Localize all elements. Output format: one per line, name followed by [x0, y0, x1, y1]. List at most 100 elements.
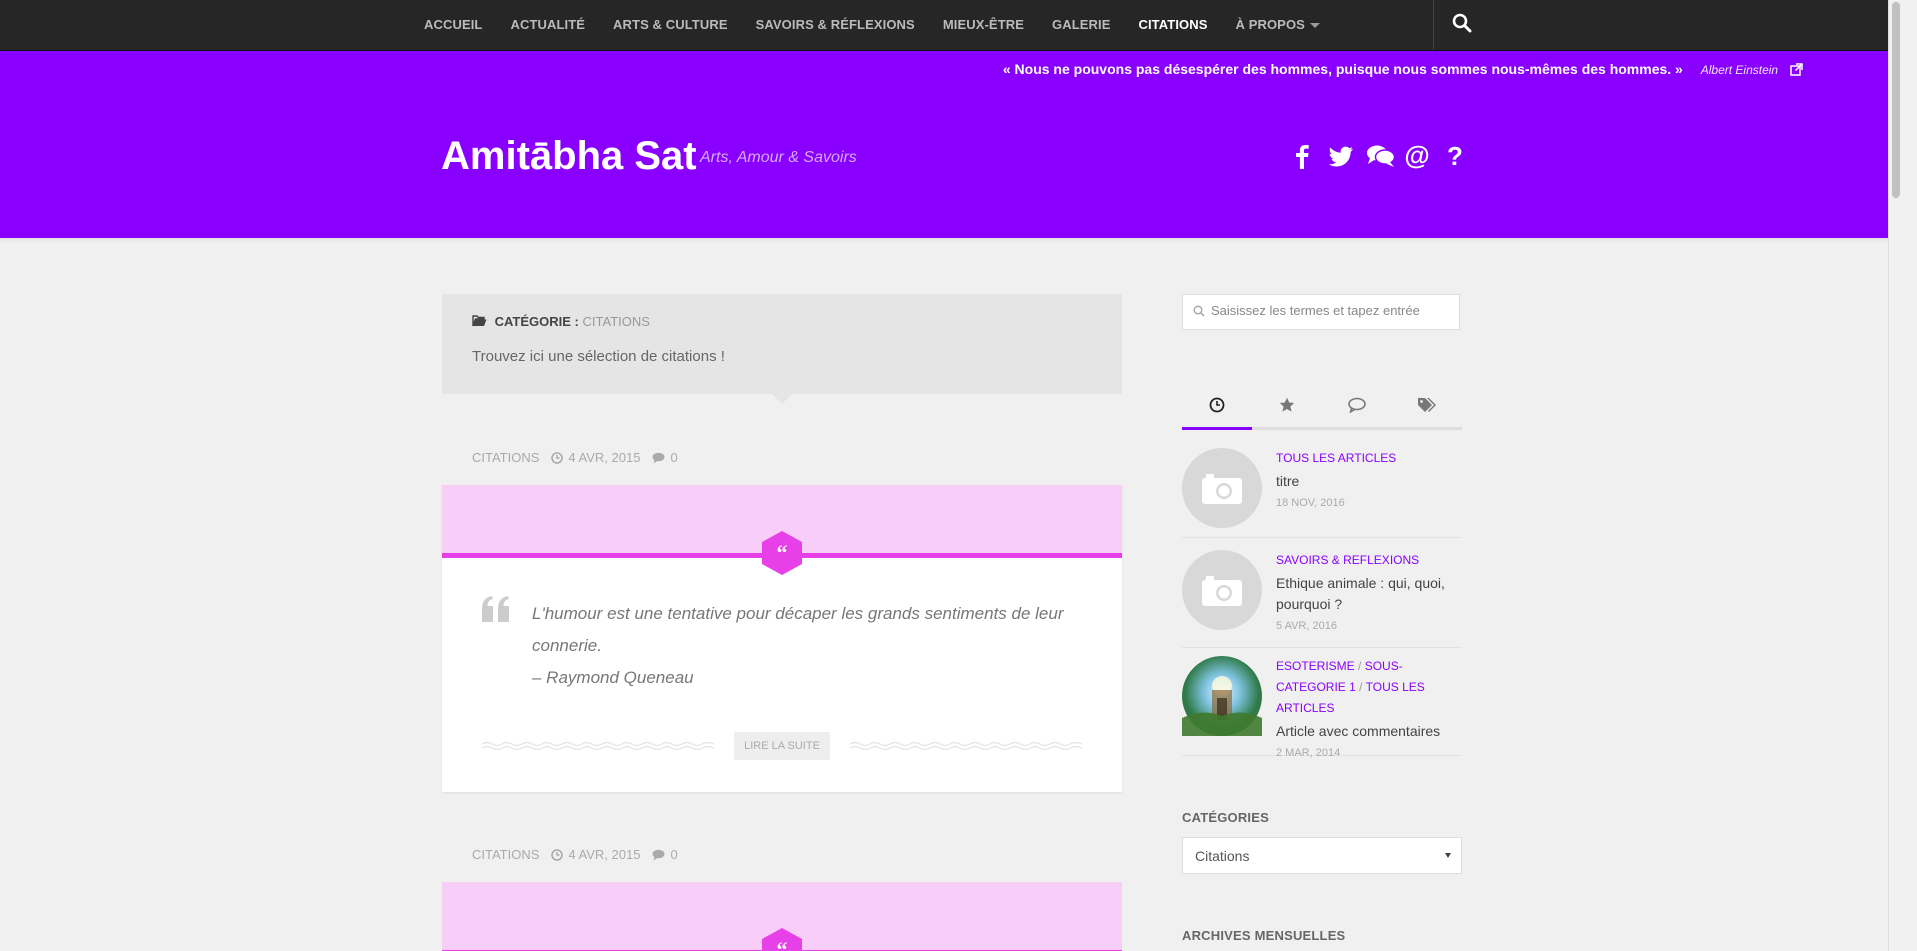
sidebar-article[interactable]: SAVOIRS & REFLEXIONS Ethique animale : q…	[1182, 550, 1462, 648]
header-quote-text: « Nous ne pouvons pas désespérer des hom…	[1002, 61, 1683, 77]
sidebar-article[interactable]: ESOTERISME / SOUS-CATEGORIE 1 / TOUS LES…	[1182, 656, 1462, 759]
page-scrollbar[interactable]	[1888, 0, 1903, 951]
post-comments[interactable]: 0	[652, 450, 678, 465]
article-title[interactable]: Ethique animale : qui, quoi, pourquoi ?	[1276, 573, 1462, 615]
facebook-icon[interactable]	[1290, 143, 1316, 169]
question-icon[interactable]: ?	[1442, 141, 1468, 171]
clock-icon	[551, 451, 564, 464]
search-icon[interactable]	[1452, 13, 1476, 37]
article-thumbnail[interactable]	[1182, 550, 1262, 630]
category-label: CATÉGORIE : CITATIONS	[472, 314, 650, 329]
category-separator: /	[1359, 680, 1363, 694]
article-categories[interactable]: SAVOIRS & REFLEXIONS	[1276, 550, 1462, 571]
svg-text:?: ?	[1447, 143, 1463, 169]
article-categories[interactable]: TOUS LES ARTICLES	[1276, 448, 1462, 469]
quote-post: “ L'humour est une tentative pour décape…	[442, 485, 1122, 792]
categories-select[interactable]: Citations	[1182, 837, 1462, 874]
wave-divider-right	[850, 741, 1082, 751]
quote-hexagon-icon: “	[762, 531, 802, 575]
clock-icon	[1209, 397, 1225, 413]
camera-icon	[1202, 576, 1242, 606]
clock-icon	[551, 848, 564, 861]
nav-item-accueil[interactable]: ACCUEIL	[410, 0, 496, 50]
post-meta: CITATIONS 4 AVR, 2015 0	[472, 450, 678, 465]
sidebar-search	[1182, 294, 1460, 330]
post-date-text: 4 AVR, 2015	[568, 450, 641, 465]
quote-line: L'humour est une tentative pour décaper …	[532, 604, 1064, 623]
nav-item-a-propos[interactable]: À PROPOS	[1222, 0, 1334, 50]
nav-item-a-propos-label: À PROPOS	[1235, 17, 1305, 32]
category-name: CITATIONS	[582, 314, 650, 329]
nav-item-citations[interactable]: CITATIONS	[1124, 0, 1221, 50]
post-comments-count: 0	[670, 450, 678, 465]
tab-popular[interactable]	[1252, 383, 1322, 427]
article-date: 2 MAR, 2014	[1276, 747, 1341, 759]
post-date: 4 AVR, 2015	[551, 847, 640, 862]
nav-item-arts-culture[interactable]: ARTS & CULTURE	[599, 0, 742, 50]
article-category-link[interactable]: ESOTERISME	[1276, 659, 1355, 673]
star-icon	[1279, 397, 1295, 412]
tab-recent[interactable]	[1182, 383, 1252, 430]
dropdown-arrow-icon	[1445, 853, 1451, 858]
twitter-icon[interactable]	[1328, 143, 1354, 169]
quote-text: L'humour est une tentative pour décaper …	[532, 598, 1072, 694]
article-thumbnail-image[interactable]	[1182, 656, 1262, 736]
caret-down-icon	[1309, 23, 1320, 29]
comment-icon	[652, 849, 665, 860]
read-more-row: LIRE LA SUITE	[442, 731, 1122, 761]
article-title[interactable]: titre	[1276, 471, 1462, 492]
post-comments[interactable]: 0	[652, 847, 678, 862]
article-title[interactable]: Article avec commentaires	[1276, 721, 1462, 742]
top-nav: ACCUEIL ACTUALITÉ ARTS & CULTURE SAVOIRS…	[0, 0, 1903, 51]
tab-comments[interactable]	[1322, 383, 1392, 427]
nav-item-mieux-etre[interactable]: MIEUX-ÊTRE	[929, 0, 1038, 50]
sidebar-tabs	[1182, 383, 1462, 430]
svg-text:“: “	[777, 937, 788, 951]
categories-select-value: Citations	[1195, 848, 1250, 864]
nav-separator	[1433, 0, 1434, 50]
quote-line: connerie.	[532, 636, 602, 655]
fantasy-landscape-image	[1182, 676, 1262, 736]
camera-icon	[1202, 474, 1242, 504]
at-icon[interactable]: @	[1404, 140, 1430, 170]
search-icon	[1193, 305, 1205, 317]
scrollbar-thumb[interactable]	[1892, 2, 1900, 198]
post-meta: CITATIONS 4 AVR, 2015 0	[472, 847, 678, 862]
categories-widget-title: CATÉGORIES	[1182, 810, 1269, 825]
article-categories: ESOTERISME / SOUS-CATEGORIE 1 / TOUS LES…	[1276, 656, 1462, 719]
post-category[interactable]: CITATIONS	[472, 847, 539, 862]
tab-tags[interactable]	[1392, 383, 1462, 427]
post-category[interactable]: CITATIONS	[472, 450, 539, 465]
article-thumbnail[interactable]	[1182, 448, 1262, 528]
read-more-button[interactable]: LIRE LA SUITE	[734, 732, 830, 760]
header-quote: « Nous ne pouvons pas désespérer des hom…	[1003, 61, 1803, 77]
quote-hexagon-icon: “	[762, 928, 802, 951]
folder-open-icon	[472, 315, 487, 327]
external-link-icon[interactable]	[1790, 63, 1803, 76]
comments-icon[interactable]	[1366, 143, 1396, 169]
social-icons: @ ?	[1290, 140, 1468, 171]
nav-item-galerie[interactable]: GALERIE	[1038, 0, 1124, 50]
sidebar-article[interactable]: TOUS LES ARTICLES titre 18 NOV, 2016	[1182, 448, 1462, 538]
article-category-link[interactable]: 1	[1349, 680, 1356, 694]
nav-item-actualite[interactable]: ACTUALITÉ	[496, 0, 599, 50]
quote-mark-icon	[482, 596, 509, 622]
article-date: 5 AVR, 2016	[1276, 620, 1337, 632]
nav-item-savoirs-reflexions[interactable]: SAVOIRS & RÉFLEXIONS	[742, 0, 929, 50]
site-title[interactable]: Amitābha Sat	[441, 134, 697, 179]
header-quote-author[interactable]: Albert Einstein	[1701, 63, 1778, 77]
comment-icon	[1348, 397, 1366, 413]
tags-icon	[1418, 398, 1436, 412]
category-separator: /	[1358, 659, 1362, 673]
site-header: « Nous ne pouvons pas désespérer des hom…	[0, 51, 1903, 238]
category-box-arrow	[772, 394, 792, 404]
comment-icon	[652, 452, 665, 463]
nav-menu: ACCUEIL ACTUALITÉ ARTS & CULTURE SAVOIRS…	[410, 0, 1334, 50]
archives-widget-title: ARCHIVES MENSUELLES	[1182, 928, 1346, 943]
article-text: ESOTERISME / SOUS-CATEGORIE 1 / TOUS LES…	[1276, 656, 1462, 759]
site-tagline: Arts, Amour & Savoirs	[700, 149, 857, 166]
quote-author: – Raymond Queneau	[532, 668, 694, 687]
post-date-text: 4 AVR, 2015	[568, 847, 641, 862]
wave-divider-left	[482, 741, 714, 751]
sidebar-search-input[interactable]	[1209, 302, 1453, 319]
